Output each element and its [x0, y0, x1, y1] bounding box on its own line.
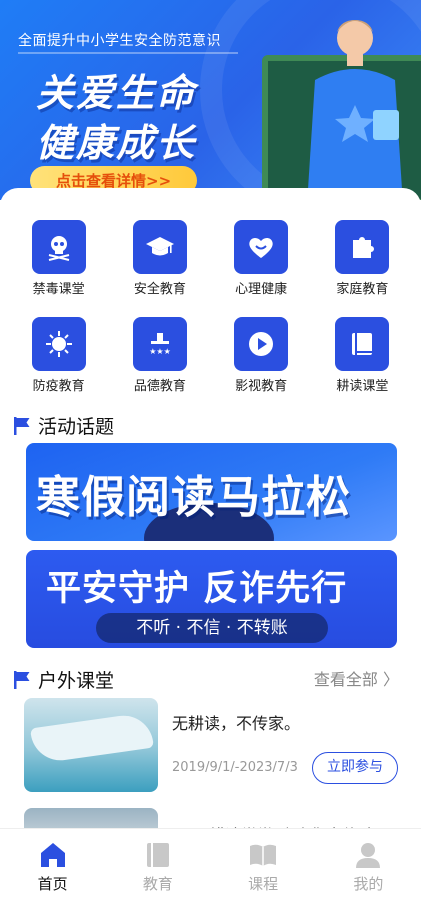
- bottom-tab-bar: 首页 教育 课程 我的: [0, 828, 421, 903]
- book-icon: [335, 317, 390, 371]
- puzzle-icon: [335, 220, 390, 274]
- category-label: 耕读课堂: [336, 379, 389, 394]
- teacher-illustration: [307, 20, 403, 200]
- virus-icon: [31, 317, 86, 371]
- hero-subtitle-underline: [18, 52, 238, 54]
- tab-home[interactable]: 首页: [0, 829, 105, 903]
- tab-education[interactable]: 教育: [105, 829, 210, 903]
- hero-subtitle: 全面提升中小学生安全防范意识: [18, 33, 221, 49]
- category-label: 安全教育: [133, 282, 186, 297]
- home-icon: [40, 843, 65, 867]
- reading-marathon-banner[interactable]: 寒假阅读马拉松: [26, 443, 397, 541]
- category-film[interactable]: 影视教育: [211, 317, 312, 394]
- category-label: 心理健康: [235, 282, 288, 297]
- view-all-link[interactable]: 查看全部 〉: [314, 666, 399, 690]
- tab-label: 教育: [142, 875, 173, 893]
- category-morality[interactable]: ★★★ 品德教育: [109, 317, 210, 394]
- skull-icon: [31, 220, 86, 274]
- list-item[interactable]: 无耕读，不传家。 2019/9/1/-2023/7/3 立即参与: [24, 698, 398, 794]
- category-label: 品德教育: [133, 379, 186, 394]
- category-drug-prevention[interactable]: 禁毒课堂: [8, 220, 109, 297]
- category-label: 防疫教育: [32, 379, 85, 394]
- category-label: 禁毒课堂: [32, 282, 85, 297]
- course-title: 无耕读，不传家。: [172, 714, 301, 733]
- category-family[interactable]: 家庭教育: [312, 220, 413, 297]
- education-icon: [146, 843, 169, 867]
- hero-headline-1: 关爱生命: [36, 71, 197, 115]
- flag-icon: [14, 670, 30, 689]
- tab-label: 课程: [248, 875, 279, 893]
- course-icon: [250, 844, 277, 866]
- main-panel: 禁毒课堂 安全教育 心理健康 家庭教育 防疫教育 ★★★ 品德教育 影视教育 耕…: [0, 188, 421, 903]
- category-grid: 禁毒课堂 安全教育 心理健康 家庭教育 防疫教育 ★★★ 品德教育 影视教育 耕…: [8, 220, 413, 394]
- category-safety[interactable]: 安全教育: [109, 220, 210, 297]
- category-epidemic[interactable]: 防疫教育: [8, 317, 109, 394]
- outdoor-section-header: 户外课堂: [12, 666, 114, 693]
- podium-stars-icon: ★★★: [132, 317, 187, 371]
- anti-fraud-banner[interactable]: 平安守护 反诈先行 不听 · 不信 · 不转账: [26, 550, 397, 648]
- category-label: 家庭教育: [336, 282, 389, 297]
- banner-title: 平安守护 反诈先行: [46, 569, 348, 609]
- tab-label: 我的: [353, 875, 384, 893]
- hero-headline-2: 健康成长: [36, 121, 197, 165]
- course-thumbnail: [24, 698, 158, 792]
- course-date: 2019/9/1/-2023/7/3: [172, 760, 298, 775]
- tab-profile[interactable]: 我的: [316, 829, 421, 903]
- tab-courses[interactable]: 课程: [211, 829, 316, 903]
- hero-banner[interactable]: 全面提升中小学生安全防范意识 关爱生命 健康成长 点击查看详情>>: [0, 0, 421, 200]
- banner-title: 寒假阅读马拉松: [36, 472, 351, 523]
- category-mental-health[interactable]: 心理健康: [211, 220, 312, 297]
- tab-label: 首页: [37, 875, 68, 893]
- svg-text:★★★: ★★★: [149, 347, 171, 356]
- join-button[interactable]: 立即参与: [312, 752, 398, 784]
- profile-icon: [356, 843, 381, 868]
- section-title: 活动话题: [38, 416, 115, 438]
- flag-icon: [14, 416, 30, 435]
- mask-illustration: [30, 711, 154, 765]
- graduation-cap-icon: [132, 220, 187, 274]
- category-farming-reading[interactable]: 耕读课堂: [312, 317, 413, 394]
- category-label: 影视教育: [235, 379, 288, 394]
- heart-icon: [234, 220, 289, 274]
- banner-slogan: 不听 · 不信 · 不转账: [96, 613, 328, 643]
- activity-section-header: 活动话题: [12, 412, 114, 439]
- play-icon: [234, 317, 289, 371]
- section-title: 户外课堂: [38, 670, 115, 692]
